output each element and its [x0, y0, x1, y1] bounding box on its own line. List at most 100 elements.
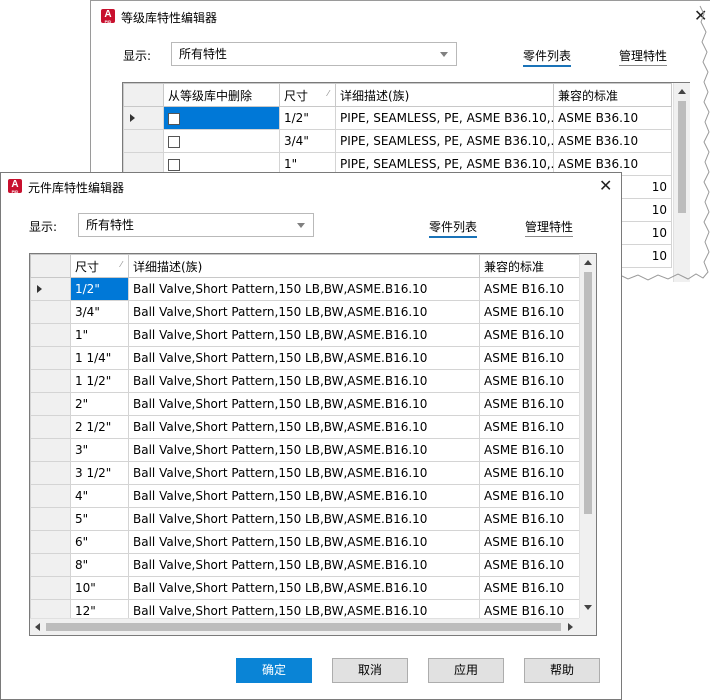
standard-cell[interactable]: ASME B16.10	[479, 507, 580, 531]
size-cell[interactable]: 10"	[70, 576, 129, 600]
size-cell[interactable]: 1 1/2"	[70, 369, 129, 393]
column-header-size[interactable]: 尺寸 ⁄	[70, 254, 129, 278]
standard-cell[interactable]: ASME B16.10	[479, 346, 580, 370]
autocad-app-icon: A PID	[8, 179, 22, 194]
table-row[interactable]: 1 1/2" Ball Valve,Short Pattern,150 LB,BW…	[30, 369, 580, 393]
vertical-scrollbar[interactable]	[579, 254, 596, 618]
scroll-up-icon[interactable]	[584, 260, 592, 265]
row-header[interactable]	[30, 530, 71, 554]
size-cell[interactable]: 3 1/2"	[70, 461, 129, 485]
description-cell[interactable]: Ball Valve,Short Pattern,150 LB,BW,ASME.…	[128, 369, 480, 393]
display-label: 显示:	[29, 220, 58, 234]
cancel-button[interactable]: 取消	[332, 658, 408, 683]
description-cell[interactable]: Ball Valve,Short Pattern,150 LB,BW,ASME.…	[128, 415, 480, 439]
description-cell[interactable]: Ball Valve,Short Pattern,150 LB,BW,ASME.…	[128, 346, 480, 370]
size-cell[interactable]: 2 1/2"	[70, 415, 129, 439]
horizontal-scrollbar[interactable]	[30, 618, 579, 635]
table-row[interactable]: 2" Ball Valve,Short Pattern,150 LB,BW,ASM…	[30, 392, 580, 416]
standard-cell[interactable]: ASME B16.10	[479, 530, 580, 554]
ok-button[interactable]: 确定	[236, 658, 312, 683]
size-cell[interactable]: 8"	[70, 553, 129, 577]
description-cell[interactable]: Ball Valve,Short Pattern,150 LB,BW,ASME.…	[128, 461, 480, 485]
scroll-down-icon[interactable]	[584, 605, 592, 610]
table-row[interactable]: 8" Ball Valve,Short Pattern,150 LB,BW,ASM…	[30, 553, 580, 577]
description-cell[interactable]: Ball Valve,Short Pattern,150 LB,BW,ASME.…	[128, 553, 480, 577]
column-header-description[interactable]: 详细描述(族)	[128, 254, 480, 278]
display-select[interactable]: 所有特性	[78, 213, 314, 237]
size-cell[interactable]: 3/4"	[70, 300, 129, 324]
table-row[interactable]: 5" Ball Valve,Short Pattern,150 LB,BW,ASM…	[30, 507, 580, 531]
standard-cell[interactable]: ASME B16.10	[479, 277, 580, 301]
close-icon[interactable]: ✕	[599, 178, 612, 194]
row-header[interactable]	[30, 346, 71, 370]
standard-cell[interactable]: ASME B16.10	[479, 323, 580, 347]
current-row-pointer-icon	[37, 285, 42, 293]
description-cell[interactable]: Ball Valve,Short Pattern,150 LB,BW,ASME.…	[128, 438, 480, 462]
column-header-size-label: 尺寸	[75, 259, 100, 274]
table-row[interactable]: 3 1/2" Ball Valve,Short Pattern,150 LB,BW…	[30, 461, 580, 485]
description-cell[interactable]: Ball Valve,Short Pattern,150 LB,BW,ASME.…	[128, 530, 480, 554]
row-header[interactable]	[30, 553, 71, 577]
table-row[interactable]: 6" Ball Valve,Short Pattern,150 LB,BW,ASM…	[30, 530, 580, 554]
display-select-value: 所有特性	[86, 218, 135, 232]
table-row[interactable]: 1/2" Ball Valve,Short Pattern,150 LB,BW,A…	[30, 277, 580, 301]
size-cell[interactable]: 1"	[70, 323, 129, 347]
tab-parts-list[interactable]: 零件列表	[429, 218, 478, 238]
size-cell[interactable]: 4"	[70, 484, 129, 508]
table-row[interactable]: 1" Ball Valve,Short Pattern,150 LB,BW,ASM…	[30, 323, 580, 347]
description-cell[interactable]: Ball Valve,Short Pattern,150 LB,BW,ASME.…	[128, 576, 480, 600]
chevron-down-icon	[297, 223, 305, 228]
row-header[interactable]	[30, 392, 71, 416]
row-header[interactable]	[30, 300, 71, 324]
row-header[interactable]	[30, 576, 71, 600]
standard-cell[interactable]: ASME B16.10	[479, 461, 580, 485]
description-cell[interactable]: Ball Valve,Short Pattern,150 LB,BW,ASME.…	[128, 392, 480, 416]
size-cell[interactable]: 2"	[70, 392, 129, 416]
apply-button[interactable]: 应用	[428, 658, 504, 683]
row-header[interactable]	[30, 277, 71, 301]
standard-cell[interactable]: ASME B16.10	[479, 553, 580, 577]
column-header-standard[interactable]: 兼容的标准	[479, 254, 580, 278]
size-cell[interactable]: 5"	[70, 507, 129, 531]
row-header[interactable]	[30, 438, 71, 462]
header-row: 尺寸 ⁄ 详细描述(族) 兼容的标准	[30, 254, 580, 278]
standard-cell[interactable]: ASME B16.10	[479, 415, 580, 439]
description-cell[interactable]: Ball Valve,Short Pattern,150 LB,BW,ASME.…	[128, 300, 480, 324]
row-header[interactable]	[30, 323, 71, 347]
row-header[interactable]	[30, 369, 71, 393]
standard-cell[interactable]: ASME B16.10	[479, 484, 580, 508]
row-header[interactable]	[30, 461, 71, 485]
horizontal-scroll-thumb[interactable]	[46, 623, 561, 631]
table-row[interactable]: 3" Ball Valve,Short Pattern,150 LB,BW,ASM…	[30, 438, 580, 462]
component-library-editor-window: A PID 元件库特性编辑器 ✕ 显示: 所有特性 零件列表 管理特性 尺寸 ⁄ 详…	[0, 172, 622, 700]
row-header[interactable]	[30, 415, 71, 439]
sort-icon: ⁄	[120, 260, 122, 269]
standard-cell[interactable]: ASME B16.10	[479, 392, 580, 416]
window-title: 元件库特性编辑器	[28, 181, 125, 195]
table-row[interactable]: 10" Ball Valve,Short Pattern,150 LB,BW,AS…	[30, 576, 580, 600]
description-cell[interactable]: Ball Valve,Short Pattern,150 LB,BW,ASME.…	[128, 323, 480, 347]
scroll-thumb[interactable]	[584, 272, 592, 514]
row-header[interactable]	[30, 507, 71, 531]
description-cell[interactable]: Ball Valve,Short Pattern,150 LB,BW,ASME.…	[128, 507, 480, 531]
standard-cell[interactable]: ASME B16.10	[479, 576, 580, 600]
tab-manage-properties[interactable]: 管理特性	[525, 218, 574, 237]
table-row[interactable]: 3/4" Ball Valve,Short Pattern,150 LB,BW,A…	[30, 300, 580, 324]
scroll-right-icon[interactable]	[568, 623, 573, 631]
scroll-corner	[579, 618, 596, 635]
table-row[interactable]: 4" Ball Valve,Short Pattern,150 LB,BW,ASM…	[30, 484, 580, 508]
standard-cell[interactable]: ASME B16.10	[479, 300, 580, 324]
help-button[interactable]: 帮助	[524, 658, 600, 683]
description-cell[interactable]: Ball Valve,Short Pattern,150 LB,BW,ASME.…	[128, 484, 480, 508]
standard-cell[interactable]: ASME B16.10	[479, 438, 580, 462]
row-header[interactable]	[30, 484, 71, 508]
size-cell[interactable]: 1/2"	[70, 277, 129, 301]
size-cell[interactable]: 3"	[70, 438, 129, 462]
table-row[interactable]: 1 1/4" Ball Valve,Short Pattern,150 LB,BW…	[30, 346, 580, 370]
size-cell[interactable]: 6"	[70, 530, 129, 554]
table-row[interactable]: 2 1/2" Ball Valve,Short Pattern,150 LB,BW…	[30, 415, 580, 439]
scroll-left-icon[interactable]	[35, 623, 40, 631]
description-cell[interactable]: Ball Valve,Short Pattern,150 LB,BW,ASME.…	[128, 277, 480, 301]
standard-cell[interactable]: ASME B16.10	[479, 369, 580, 393]
size-cell[interactable]: 1 1/4"	[70, 346, 129, 370]
